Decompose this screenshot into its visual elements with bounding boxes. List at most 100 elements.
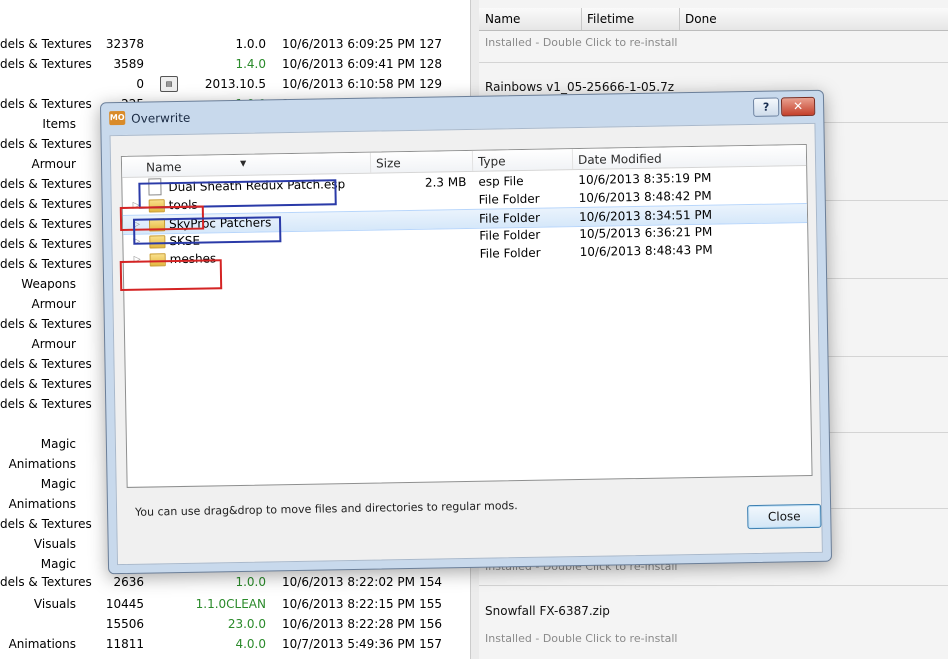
file-name: SKSE	[169, 233, 201, 249]
mod-category: dels & Textures	[0, 217, 92, 231]
col-header-name[interactable]: Name	[485, 12, 520, 26]
file-name: tools	[168, 197, 198, 213]
mod-row[interactable]: Visuals 10445 1.1.0CLEAN 10/6/2013 8:22:15 …	[0, 594, 470, 614]
mod-row[interactable]: 15506 23.0.0 10/6/2013 8:22:28 PM 156	[0, 614, 470, 634]
file-date-modified: 10/5/2013 6:36:21 PM	[579, 224, 713, 242]
col-header-type[interactable]: Type	[478, 154, 506, 168]
mod-category: Items	[42, 117, 76, 131]
col-header-date-modified[interactable]: Date Modified	[578, 152, 662, 167]
mod-organizer-icon: MO	[109, 110, 126, 126]
folder-icon	[149, 253, 166, 267]
mod-category: Animations	[8, 637, 76, 651]
mod-category: dels & Textures	[0, 517, 92, 531]
download-status[interactable]: Installed - Double Click to re-install	[485, 36, 925, 49]
mod-priority: 154	[419, 575, 442, 589]
mod-category: dels & Textures	[0, 575, 92, 589]
mod-row[interactable]: Animations 11811 4.0.0 10/7/2013 5:49:36 PM…	[0, 634, 470, 654]
overwrite-dialog: MO Overwrite ? ✕ ▼ Name Size Type Date M…	[99, 89, 833, 575]
help-button[interactable]: ?	[752, 97, 780, 117]
mod-install-date: 10/6/2013 8:22:15 PM	[282, 597, 416, 611]
col-header-name[interactable]: Name	[146, 160, 182, 175]
col-header-size[interactable]: Size	[376, 156, 401, 170]
mod-category: dels & Textures	[0, 317, 92, 331]
mod-version: 1.0.0	[235, 575, 266, 589]
mod-priority: 128	[419, 57, 442, 71]
mod-row[interactable]: dels & Textures 2636 1.0.0 10/6/2013 8:22:0…	[0, 572, 470, 592]
mod-priority: 156	[419, 617, 442, 631]
mod-category: dels & Textures	[0, 377, 92, 391]
mod-size: 0	[136, 77, 144, 91]
file-type: esp File	[478, 173, 524, 189]
mod-category: dels & Textures	[0, 237, 92, 251]
mod-category: Animations	[8, 497, 76, 511]
downloads-header: Name Filetime Done	[479, 8, 948, 31]
expand-arrow-icon[interactable]: ▷	[134, 255, 141, 265]
mod-category: Visuals	[33, 597, 76, 611]
file-type: File Folder	[478, 210, 541, 226]
mod-install-date: 10/6/2013 8:22:02 PM	[282, 575, 416, 589]
mod-install-date: 10/6/2013 6:09:41 PM	[282, 57, 416, 71]
file-date-modified: 10/6/2013 8:48:43 PM	[579, 242, 713, 260]
download-name[interactable]: Snowfall FX-6387.zip	[485, 604, 925, 618]
file-type: File Folder	[479, 227, 541, 243]
mod-priority: 129	[419, 77, 442, 91]
file-date-modified: 10/6/2013 8:48:42 PM	[578, 188, 712, 206]
mod-category: Animations	[8, 457, 76, 471]
mod-version: 2013.10.5	[204, 77, 266, 91]
file-tree[interactable]: ▼ Name Size Type Date Modified Dual Shea…	[120, 144, 813, 488]
sort-indicator-icon: ▼	[239, 158, 247, 168]
mod-priority: 127	[419, 37, 442, 51]
mod-size: 11811	[105, 637, 144, 651]
download-status[interactable]: Installed - Double Click to re-install	[485, 632, 925, 645]
mod-version: 4.0.0	[235, 637, 266, 651]
mod-version: 1.1.0CLEAN	[195, 597, 266, 611]
mod-install-date: 10/7/2013 5:49:36 PM	[282, 637, 416, 651]
mod-row[interactable]: dels & Textures 32378 1.0.0 10/6/2013 6:09:…	[0, 34, 470, 54]
mod-install-date: 10/6/2013 6:10:58 PM	[282, 77, 416, 91]
mod-row[interactable]: dels & Textures 3589 1.4.0 10/6/2013 6:09:4…	[0, 54, 470, 74]
mod-size: 15506	[105, 617, 144, 631]
mod-category: dels & Textures	[0, 197, 92, 211]
calendar-icon: ▤	[160, 76, 178, 92]
mod-category: Magic	[40, 477, 76, 491]
dialog-client: ▼ Name Size Type Date Modified Dual Shea…	[109, 122, 823, 566]
mod-version: 1.0.0	[235, 37, 266, 51]
mod-install-date: 10/6/2013 8:22:28 PM	[282, 617, 416, 631]
expand-arrow-icon[interactable]: ▷	[133, 237, 140, 247]
folder-icon	[148, 218, 166, 232]
close-button[interactable]: Close	[747, 503, 822, 530]
mod-category: Armour	[31, 337, 76, 351]
folder-icon	[148, 199, 165, 213]
file-date-modified: 10/6/2013 8:34:51 PM	[578, 207, 713, 225]
file-name: meshes	[169, 251, 217, 267]
mod-category: dels & Textures	[0, 257, 92, 271]
mod-install-date: 10/6/2013 6:09:25 PM	[282, 37, 416, 51]
file-icon	[148, 178, 162, 196]
expand-arrow-icon[interactable]: ▷	[133, 201, 140, 211]
mod-category: Magic	[40, 557, 76, 571]
close-window-button[interactable]: ✕	[780, 96, 816, 117]
mod-size: 32378	[105, 37, 144, 51]
mod-category: Visuals	[33, 537, 76, 551]
mod-category: dels & Textures	[0, 37, 92, 51]
mod-category: dels & Textures	[0, 177, 92, 191]
mod-category: Magic	[40, 437, 76, 451]
drag-drop-hint: You can use drag&drop to move files and …	[134, 499, 518, 519]
mod-size: 10445	[105, 597, 144, 611]
expand-arrow-icon[interactable]: ▷	[133, 220, 140, 230]
folder-icon	[149, 235, 166, 249]
mod-category: Armour	[31, 297, 76, 311]
col-header-filetime[interactable]: Filetime	[587, 12, 634, 26]
mod-category: Weapons	[21, 277, 76, 291]
mod-version: 1.4.0	[235, 57, 266, 71]
mod-row[interactable]: 0 ▤ 2013.10.5 10/6/2013 6:10:58 PM 129	[0, 74, 470, 94]
mod-priority: 155	[419, 597, 442, 611]
col-header-done[interactable]: Done	[685, 12, 717, 26]
file-type: File Folder	[479, 245, 541, 261]
mod-category: dels & Textures	[0, 97, 92, 111]
file-date-modified: 10/6/2013 8:35:19 PM	[578, 170, 712, 188]
mod-size: 3589	[113, 57, 144, 71]
file-name: Dual Sheath Redux Patch.esp	[168, 177, 346, 195]
mod-category: dels & Textures	[0, 397, 92, 411]
mod-size: 2636	[113, 575, 144, 589]
